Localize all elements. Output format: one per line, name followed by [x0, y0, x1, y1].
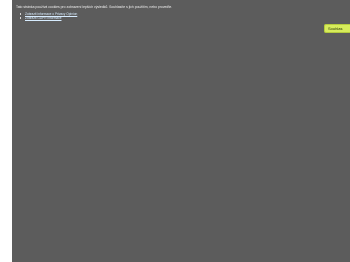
- cookie-notice-text: Tato stránka používá cookies pro zobraze…: [16, 5, 173, 9]
- cookie-overlay: [12, 0, 350, 262]
- page: Tato stránka používá cookies pro zobraze…: [0, 0, 350, 262]
- gdpr-info-link[interactable]: Zobrazit GDPR informace: [25, 16, 62, 20]
- list-item: Zobrazit GDPR informace: [20, 16, 77, 20]
- accept-cookies-button[interactable]: Souhlas: [324, 24, 350, 33]
- cookie-info-links: Zobrazit informace o Privacy Opinion Zob…: [20, 12, 77, 20]
